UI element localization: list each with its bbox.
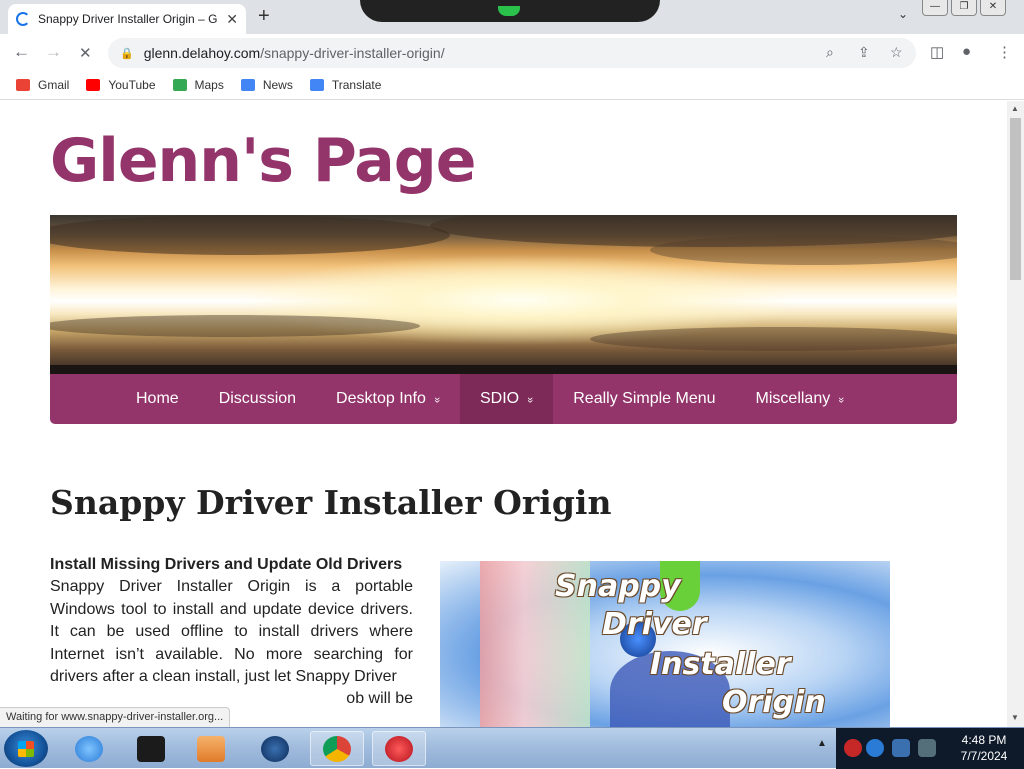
menu-item-desktop-info[interactable]: Desktop Info» (316, 374, 460, 424)
translate-icon (309, 78, 324, 91)
ie-icon (75, 735, 103, 762)
page-viewport: Glenn's Page Home Discussion Desktop Inf… (0, 101, 1007, 727)
intro-paragraph: Install Missing Drivers and Update Old D… (50, 554, 413, 711)
bookmark-star-icon[interactable]: ☆ (890, 44, 903, 61)
media-player-icon (197, 735, 225, 762)
taskbar-ie[interactable] (62, 731, 116, 766)
taskbar-red-app[interactable] (372, 731, 426, 766)
window-controls: — ❐ ✕ (922, 0, 1006, 16)
browser-tab[interactable]: Snappy Driver Installer Origin – G ✕ (8, 4, 246, 34)
submenu-arrow-icon: » (835, 396, 848, 404)
logo-word: Origin (722, 685, 826, 720)
drive-icon (137, 735, 165, 762)
side-panel-icon[interactable]: ◫ (930, 43, 944, 61)
system-tray: 4:48 PM 7/7/2024 (836, 728, 1024, 769)
url-host: glenn.delahoy.com (143, 45, 261, 61)
menu-item-really-simple-menu[interactable]: Really Simple Menu (553, 374, 735, 424)
chrome-icon (323, 735, 351, 762)
tray-monitor-icon[interactable] (892, 739, 910, 757)
sdio-logo-image: Snappy Driver Installer Origin (440, 561, 890, 727)
site-title[interactable]: Glenn's Page (50, 126, 476, 196)
url-path: /snappy-driver-installer-origin/ (260, 45, 445, 61)
main-menu: Home Discussion Desktop Info» SDIO» Real… (50, 374, 957, 424)
taskbar-drive[interactable] (124, 731, 178, 766)
submenu-arrow-icon: » (524, 396, 537, 404)
page-title: Snappy Driver Installer Origin (50, 483, 612, 522)
zoom-icon[interactable]: ⌕ (826, 44, 834, 61)
bookmark-translate[interactable]: Translate (309, 78, 381, 92)
clock-time: 4:48 PM (961, 733, 1007, 747)
taskbar: ▲ 4:48 PM 7/7/2024 (0, 727, 1024, 769)
intro-text: Snappy Driver Installer Origin is a port… (50, 578, 413, 686)
maps-icon (172, 78, 187, 91)
bookmarks-bar: Gmail YouTube Maps News Translate (0, 70, 1024, 100)
status-bubble: Waiting for www.snappy-driver-installer.… (0, 707, 231, 727)
submenu-arrow-icon: » (430, 396, 443, 404)
menu-item-home[interactable]: Home (116, 374, 199, 424)
tab-close-icon[interactable]: ✕ (226, 11, 238, 28)
tray-red-icon[interactable] (844, 739, 862, 757)
tray-shield-icon[interactable] (918, 739, 936, 757)
show-hidden-icons-button[interactable]: ▲ (817, 738, 827, 749)
tab-title: Snappy Driver Installer Origin – G (38, 12, 218, 26)
bookmark-gmail[interactable]: Gmail (16, 78, 69, 92)
header-banner-image (50, 215, 957, 375)
minimize-button[interactable]: — (922, 0, 948, 16)
close-window-button[interactable]: ✕ (980, 0, 1006, 16)
address-bar[interactable]: 🔒 glenn.delahoy.com/snappy-driver-instal… (108, 38, 916, 68)
globe-icon (261, 735, 289, 762)
menu-item-discussion[interactable]: Discussion (199, 374, 316, 424)
lock-icon[interactable]: 🔒 (120, 47, 134, 60)
start-button[interactable] (4, 730, 48, 767)
logo-word: Installer (650, 647, 791, 682)
maximize-button[interactable]: ❐ (951, 0, 977, 16)
intro-heading: Install Missing Drivers and Update Old D… (50, 556, 403, 573)
share-icon[interactable]: ⇪ (858, 44, 870, 61)
scrollbar-thumb[interactable] (1010, 118, 1021, 280)
back-button[interactable]: ← (13, 42, 30, 62)
stop-loading-button[interactable]: ✕ (79, 44, 92, 62)
scroll-up-icon[interactable]: ▲ (1011, 104, 1019, 113)
new-tab-button[interactable]: + (258, 5, 270, 28)
bookmark-news[interactable]: News (240, 78, 293, 92)
clock-date: 7/7/2024 (960, 749, 1008, 763)
bookmark-maps[interactable]: Maps (172, 78, 224, 92)
gmail-icon (16, 78, 30, 91)
profile-icon[interactable]: ● (962, 43, 971, 60)
menu-item-sdio[interactable]: SDIO» (460, 374, 554, 424)
tab-search-icon[interactable]: ⌄ (898, 7, 908, 21)
news-icon (240, 78, 255, 91)
forward-button[interactable]: → (45, 42, 62, 62)
menu-icon[interactable]: ⋮ (997, 43, 1012, 61)
logo-word: Snappy (555, 569, 681, 604)
bookmark-youtube[interactable]: YouTube (86, 78, 156, 92)
tab-strip: Snappy Driver Installer Origin – G ✕ + ⌄… (0, 0, 1024, 34)
clock[interactable]: 4:48 PM 7/7/2024 (944, 732, 1024, 764)
taskbar-globe[interactable] (248, 731, 302, 766)
page-scrollbar[interactable]: ▲ ▼ (1007, 101, 1024, 727)
tray-ie-icon[interactable] (866, 739, 884, 757)
taskbar-media-player[interactable] (184, 731, 238, 766)
youtube-icon (86, 78, 101, 91)
windows-logo-icon (18, 741, 34, 757)
logo-word: Driver (602, 607, 707, 642)
scroll-down-icon[interactable]: ▼ (1011, 713, 1019, 722)
app-red-icon (385, 735, 413, 762)
menu-item-miscellany[interactable]: Miscellany» (736, 374, 865, 424)
loading-spinner-icon (16, 12, 30, 26)
window-decoration (360, 0, 660, 22)
taskbar-chrome[interactable] (310, 731, 364, 766)
